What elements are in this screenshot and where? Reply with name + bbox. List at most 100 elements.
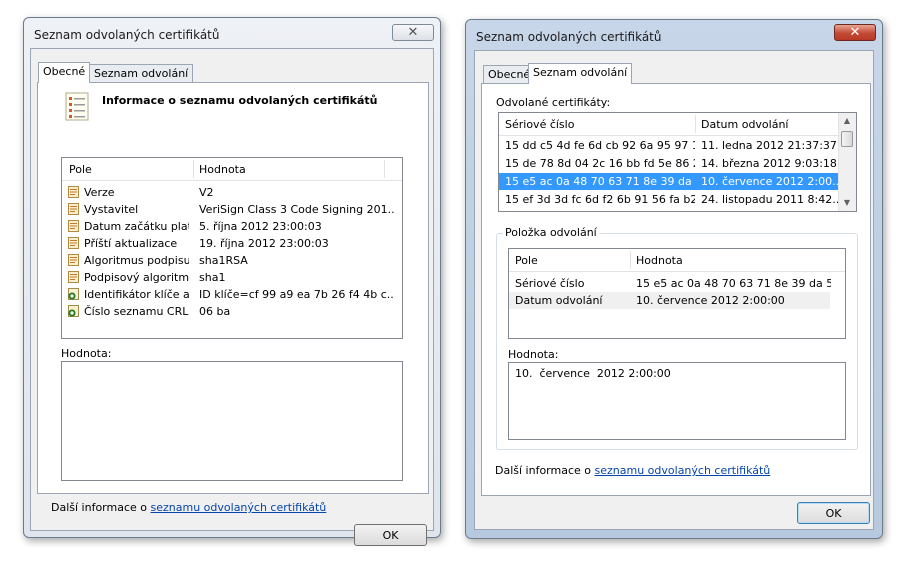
table-row[interactable]: Datum odvolání 10. července 2012 2:00:00 [509, 292, 830, 309]
window-title: Seznam odvolaných certifikátů [34, 28, 220, 42]
field-value: ID klíče=cf 99 a9 ea 7b 26 f4 4b c... [199, 288, 394, 301]
field-icon [68, 237, 79, 249]
scroll-thumb[interactable] [841, 131, 853, 147]
field-icon [68, 271, 79, 283]
table-row[interactable]: Algoritmus podpisu sha1RSA [62, 252, 402, 269]
field-icon [68, 186, 79, 198]
tab-revocation-list[interactable]: Seznam odvolání [528, 63, 633, 84]
field-name: Datum začátku plat... [84, 220, 189, 233]
ok-label: OK [382, 528, 399, 542]
tab-revocation-list[interactable]: Seznam odvolání [89, 64, 194, 83]
dialog-client: Obecné Seznam odvolání Informace o sezna… [30, 48, 434, 546]
list-header: Pole Hodnota [62, 158, 402, 181]
field-value: 10. července 2012 2:00:00 [636, 294, 785, 307]
field-name: Číslo seznamu CRL [84, 305, 189, 318]
value-text: 10. července 2012 2:00:00 [515, 367, 671, 380]
entry-fields-list[interactable]: Pole Hodnota Sériové číslo 15 e5 ac 0a 48… [508, 248, 846, 339]
vertical-scrollbar[interactable]: ▲ ▼ [838, 113, 856, 211]
table-row[interactable]: 15 e5 ac 0a 48 70 63 71 8e 39 da 52 ... 1… [499, 173, 839, 190]
field-name: Příští aktualizace [84, 237, 178, 250]
more-info-link[interactable]: seznamu odvolaných certifikátů [595, 464, 771, 477]
value-textarea[interactable]: 10. července 2012 2:00:00 [508, 362, 846, 440]
table-row[interactable]: Sériové číslo 15 e5 ac 0a 48 70 63 71 8e … [509, 275, 831, 292]
table-row[interactable]: Vystavitel VeriSign Class 3 Code Signing … [62, 201, 402, 218]
revocation-entry-group: Položka odvolání Pole Hodnota Sériové čí… [496, 226, 858, 450]
column-header-field[interactable]: Pole [515, 254, 538, 267]
table-row[interactable]: Identifikátor klíče a... ID klíče=cf 99 a… [62, 286, 402, 303]
list-header: Sériové číslo Datum odvolání [499, 113, 839, 136]
page-title: Informace o seznamu odvolaných certifiká… [102, 94, 378, 107]
column-header-value[interactable]: Hodnota [199, 163, 246, 176]
table-row[interactable]: 15 dd c5 4d fe 6d cb 92 6a 95 97 18 ... 1… [499, 137, 839, 154]
tab-label: Seznam odvolání [533, 66, 628, 79]
table-row[interactable]: Verze V2 [62, 184, 402, 201]
extension-icon [68, 305, 79, 317]
dialog-client: Obecné Seznam odvolání Odvolané certifik… [474, 50, 874, 530]
column-header-field[interactable]: Pole [69, 163, 92, 176]
table-row[interactable]: Příští aktualizace 19. října 2012 23:00:0… [62, 235, 402, 252]
field-value: V2 [199, 186, 214, 199]
serial-number: 15 dd c5 4d fe 6d cb 92 6a 95 97 18 ... [505, 139, 695, 152]
crl-dialog-revocation-list: Seznam odvolaných certifikátů ✕ Obecné S… [465, 19, 883, 539]
close-button[interactable]: ✕ [392, 24, 434, 41]
crl-dialog-general: Seznam odvolaných certifikátů ✕ Obecné S… [23, 17, 441, 546]
value-label: Hodnota: [61, 347, 112, 360]
tab-general[interactable]: Obecné [38, 62, 91, 83]
table-row[interactable]: Datum začátku plat... 5. října 2012 23:00… [62, 218, 402, 235]
title-bar[interactable]: Seznam odvolaných certifikátů ✕ [466, 20, 882, 52]
field-value: 5. října 2012 23:00:03 [199, 220, 322, 233]
field-value: sha1 [199, 271, 226, 284]
value-textarea[interactable] [61, 361, 403, 481]
window-title: Seznam odvolaných certifikátů [476, 30, 662, 44]
close-icon: ✕ [849, 25, 861, 40]
table-row[interactable]: 15 de 78 8d 04 2c 16 bb fd 5e 86 2a ... 1… [499, 155, 839, 172]
crl-document-icon [65, 92, 89, 121]
more-info-text: Další informace o seznamu odvolaných cer… [51, 501, 326, 514]
table-row[interactable]: 15 ef 3d 3d fc 6d f2 6b 91 56 fa b2 6...… [499, 191, 839, 208]
table-row[interactable]: Číslo seznamu CRL 06 ba [62, 303, 402, 320]
tab-panel-revocation-list: Odvolané certifikáty: Sériové číslo Datu… [481, 83, 871, 496]
revocation-date: 24. listopadu 2011 8:42... [701, 193, 839, 206]
ok-button[interactable]: OK [354, 524, 427, 546]
field-icon [68, 254, 79, 266]
more-info-link[interactable]: seznamu odvolaných certifikátů [151, 501, 327, 514]
field-name: Verze [84, 186, 115, 199]
column-header-value[interactable]: Hodnota [636, 254, 683, 267]
close-button[interactable]: ✕ [834, 24, 876, 41]
field-icon [68, 220, 79, 232]
title-bar[interactable]: Seznam odvolaných certifikátů ✕ [24, 18, 440, 50]
more-info-prefix: Další informace o [495, 464, 595, 477]
serial-number: 15 ef 3d 3d fc 6d f2 6b 91 56 fa b2 6... [505, 193, 695, 206]
field-value: 06 ba [199, 305, 231, 318]
revoked-certificates-list[interactable]: Sériové číslo Datum odvolání 15 dd c5 4d… [498, 112, 857, 212]
field-value: VeriSign Class 3 Code Signing 201... [199, 203, 394, 216]
column-header-date[interactable]: Datum odvolání [701, 118, 788, 131]
field-name: Podpisový algoritm... [84, 271, 189, 284]
column-header-serial[interactable]: Sériové číslo [505, 118, 574, 131]
field-name: Algoritmus podpisu [84, 254, 189, 267]
extension-icon [68, 288, 79, 300]
more-info-prefix: Další informace o [51, 501, 151, 514]
revocation-date: 11. ledna 2012 21:37:37 [701, 139, 837, 152]
revocation-date: 14. března 2012 9:03:18 [701, 157, 837, 170]
serial-number: 15 de 78 8d 04 2c 16 bb fd 5e 86 2a ... [505, 157, 695, 170]
scroll-up-icon[interactable]: ▲ [839, 113, 855, 129]
close-icon: ✕ [407, 25, 419, 40]
field-name: Identifikátor klíče a... [84, 288, 189, 301]
field-name: Datum odvolání [515, 294, 603, 307]
table-row[interactable]: Podpisový algoritm... sha1 [62, 269, 402, 286]
group-label: Položka odvolání [503, 226, 599, 239]
tab-label: Obecné [488, 68, 531, 81]
tab-label: Seznam odvolání [94, 67, 189, 80]
revocation-date: 10. července 2012 2:00... [701, 175, 839, 188]
tab-panel-general: Informace o seznamu odvolaných certifiká… [37, 82, 429, 494]
field-name: Vystavitel [84, 203, 139, 216]
field-icon [68, 203, 79, 215]
fields-list[interactable]: Pole Hodnota Verze V2 Vystavitel VeriSign C… [61, 157, 403, 339]
scroll-down-icon[interactable]: ▼ [839, 195, 855, 211]
field-value: 19. října 2012 23:00:03 [199, 237, 329, 250]
ok-label: OK [825, 506, 842, 520]
ok-button[interactable]: OK [797, 502, 870, 524]
serial-number: 15 e5 ac 0a 48 70 63 71 8e 39 da 52 ... [505, 175, 695, 188]
list-header: Pole Hodnota [509, 249, 845, 272]
